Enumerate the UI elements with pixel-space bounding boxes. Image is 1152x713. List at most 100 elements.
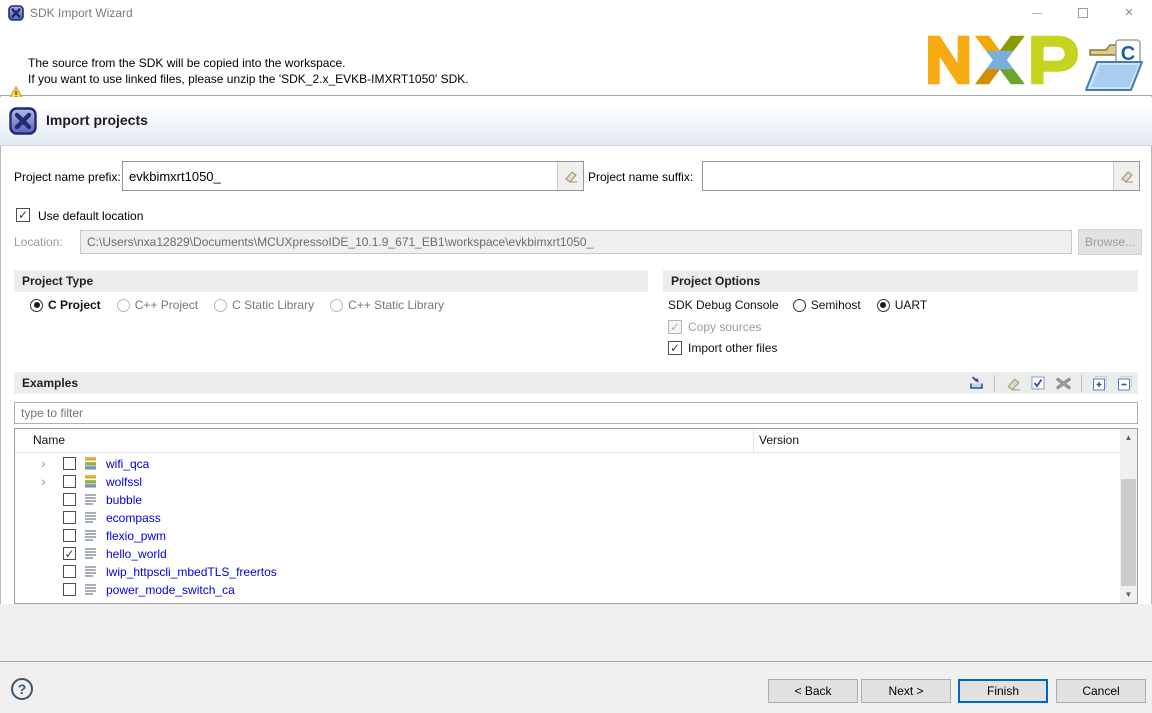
example-checkbox[interactable] xyxy=(63,493,76,506)
example-row[interactable]: ecompass xyxy=(15,509,1120,527)
radio-icon[interactable] xyxy=(793,299,806,312)
collapse-all-icon[interactable] xyxy=(1116,374,1134,392)
prefix-erase-button[interactable] xyxy=(557,162,583,190)
scroll-down-button[interactable]: ▼ xyxy=(1120,586,1137,603)
radio-icon[interactable] xyxy=(30,299,43,312)
expand-chevron-icon[interactable]: › xyxy=(41,473,53,489)
deselect-all-icon[interactable] xyxy=(1054,374,1072,392)
footer-separator xyxy=(0,661,1152,662)
example-checkbox[interactable] xyxy=(63,565,76,578)
warning-text-line2: If you want to use linked files, please … xyxy=(28,72,469,86)
examples-rows: › wifi_qca › wolfssl bubble ecompass flexio_pw… xyxy=(15,455,1120,599)
example-row[interactable]: bubble xyxy=(15,491,1120,509)
example-row[interactable]: › wolfssl xyxy=(15,473,1120,491)
project-option-checkbox[interactable] xyxy=(668,341,682,355)
cancel-button[interactable]: Cancel xyxy=(1056,679,1146,703)
wizard-header: Import projects xyxy=(0,97,1152,146)
erase-filter-icon[interactable] xyxy=(1004,374,1022,392)
example-name-link[interactable]: bubble xyxy=(106,493,142,507)
use-default-location-label: Use default location xyxy=(38,209,143,223)
project-type-option: C++ Static Library xyxy=(330,298,444,312)
suffix-input[interactable] xyxy=(703,162,1113,190)
debug-console-option[interactable]: Semihost xyxy=(793,298,861,312)
maximize-icon xyxy=(1078,8,1088,18)
minimize-icon xyxy=(1032,13,1042,14)
project-option-row: Copy sources xyxy=(668,320,761,334)
maximize-button[interactable] xyxy=(1060,0,1106,26)
project-options-title: Project Options xyxy=(663,270,1138,292)
warning-text-line1: The source from the SDK will be copied i… xyxy=(28,56,345,70)
example-name-link[interactable]: flexio_pwm xyxy=(106,529,166,543)
project-type-option: C++ Project xyxy=(117,298,198,312)
title-bar: SDK Import Wizard × xyxy=(0,0,1152,26)
category-icon xyxy=(85,457,96,470)
example-row[interactable]: › wifi_qca xyxy=(15,455,1120,473)
scrollbar-thumb[interactable] xyxy=(1121,479,1136,586)
prefix-input[interactable] xyxy=(123,162,557,190)
example-icon xyxy=(85,547,96,560)
examples-table: Name Version › wifi_qca › wolfssl bubble ecom… xyxy=(14,428,1138,604)
project-type-options: C Project C++ Project C Static Library C++ … xyxy=(30,298,444,312)
example-name-link[interactable]: lwip_httpscli_mbedTLS_freertos xyxy=(106,565,277,579)
project-option-checkbox xyxy=(668,320,682,334)
toolbar-separator xyxy=(994,375,995,392)
project-type-option-label: C Project xyxy=(48,298,101,312)
example-checkbox[interactable] xyxy=(63,529,76,542)
close-button[interactable]: × xyxy=(1106,0,1152,26)
use-default-location-checkbox[interactable] xyxy=(16,208,30,222)
select-all-icon[interactable] xyxy=(1029,374,1047,392)
eraser-icon xyxy=(564,169,578,183)
debug-console-options: Semihost UART xyxy=(793,298,927,312)
close-icon: × xyxy=(1125,8,1134,18)
browse-button[interactable]: Browse... xyxy=(1078,229,1142,255)
location-field: C:\Users\nxa12829\Documents\MCUXpressoID… xyxy=(80,230,1072,254)
example-name-link[interactable]: hello_world xyxy=(106,547,167,561)
next-button[interactable]: Next > xyxy=(861,679,951,703)
example-icon xyxy=(85,565,96,578)
example-name-link[interactable]: ecompass xyxy=(106,511,161,525)
example-checkbox[interactable] xyxy=(63,475,76,488)
example-checkbox[interactable] xyxy=(63,511,76,524)
suffix-fieldbox xyxy=(702,161,1140,191)
finish-button[interactable]: Finish xyxy=(958,679,1048,703)
radio-icon[interactable] xyxy=(877,299,890,312)
project-type-option[interactable]: C Project xyxy=(30,298,101,312)
example-checkbox[interactable] xyxy=(63,583,76,596)
expand-chevron-icon[interactable]: › xyxy=(41,455,53,471)
c-project-folder-icon: C xyxy=(1082,38,1146,94)
column-header-name[interactable]: Name xyxy=(33,433,65,447)
prefix-label: Project name prefix: xyxy=(14,170,121,184)
debug-console-row: SDK Debug Console SemihostUART xyxy=(668,298,927,312)
example-icon xyxy=(85,493,96,506)
import-into-workspace-icon[interactable] xyxy=(967,374,985,392)
location-label: Location: xyxy=(14,235,63,249)
expand-all-icon[interactable] xyxy=(1091,374,1109,392)
project-type-title: Project Type xyxy=(14,270,648,292)
example-row[interactable]: power_mode_switch_ca xyxy=(15,581,1120,599)
minimize-button[interactable] xyxy=(1014,0,1060,26)
example-name-link[interactable]: wifi_qca xyxy=(106,457,149,471)
example-name-link[interactable]: power_mode_switch_ca xyxy=(106,583,235,597)
filter-input[interactable] xyxy=(14,402,1138,424)
help-button[interactable]: ? xyxy=(11,678,33,700)
column-header-version[interactable]: Version xyxy=(759,433,799,447)
examples-group-header: Examples xyxy=(14,372,1138,394)
back-button[interactable]: < Back xyxy=(768,679,858,703)
scroll-up-button[interactable]: ▲ xyxy=(1120,429,1137,446)
project-option-label: Copy sources xyxy=(688,320,761,334)
page-title: Import projects xyxy=(46,112,148,128)
vertical-scrollbar[interactable]: ▲ ▼ xyxy=(1120,429,1137,603)
project-type-option-label: C++ Project xyxy=(135,298,198,312)
example-name-link[interactable]: wolfssl xyxy=(106,475,142,489)
example-row[interactable]: lwip_httpscli_mbedTLS_freertos xyxy=(15,563,1120,581)
radio-icon xyxy=(330,299,343,312)
example-row[interactable]: hello_world xyxy=(15,545,1120,563)
debug-console-option[interactable]: UART xyxy=(877,298,927,312)
example-checkbox[interactable] xyxy=(63,547,76,560)
column-separator[interactable] xyxy=(753,429,754,453)
help-icon: ? xyxy=(18,681,27,697)
suffix-erase-button[interactable] xyxy=(1113,162,1139,190)
example-row[interactable]: flexio_pwm xyxy=(15,527,1120,545)
example-checkbox[interactable] xyxy=(63,457,76,470)
project-type-option-label: C Static Library xyxy=(232,298,314,312)
